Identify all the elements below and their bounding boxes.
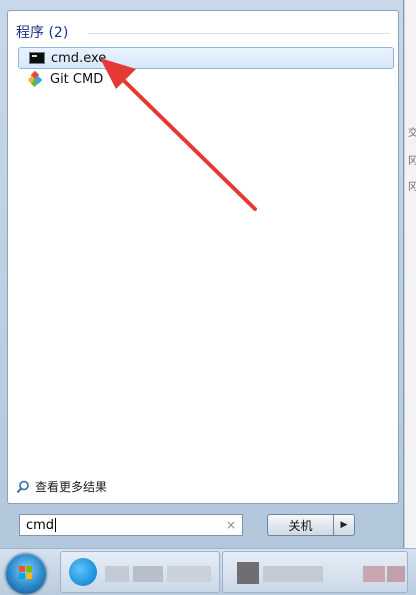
blurred-region	[237, 562, 259, 584]
text-caret	[55, 518, 57, 532]
start-menu: 程序 (2) cmd.exe Git CMD 查看更多结果 cmd × 关机 ▶	[0, 0, 404, 548]
annotation-arrow	[100, 58, 257, 211]
shutdown-button[interactable]: 关机	[267, 514, 333, 536]
taskbar-app-button[interactable]	[60, 551, 220, 593]
blurred-region	[167, 566, 211, 582]
blurred-region	[105, 566, 129, 582]
start-button[interactable]	[6, 554, 46, 594]
blurred-region	[363, 566, 385, 582]
clear-search-icon[interactable]: ×	[226, 518, 236, 532]
shutdown-options-arrow-icon[interactable]: ▶	[333, 514, 355, 536]
search-icon	[16, 480, 29, 493]
search-results-pane: 程序 (2) cmd.exe Git CMD	[7, 10, 399, 504]
blurred-region	[263, 566, 323, 582]
see-more-label: 查看更多结果	[35, 480, 108, 494]
background-glyph: 交	[408, 128, 416, 139]
search-input-value: cmd	[26, 517, 55, 533]
windows-logo-icon	[19, 566, 33, 580]
start-search-input[interactable]: cmd ×	[19, 514, 243, 536]
shutdown-control: 关机 ▶	[267, 514, 355, 536]
background-window-edge	[404, 0, 416, 548]
blurred-region	[387, 566, 405, 582]
blurred-region	[133, 566, 163, 582]
see-more-results-link[interactable]: 查看更多结果	[16, 478, 107, 495]
taskbar-app-button[interactable]	[222, 551, 408, 593]
background-glyph: 冈	[408, 156, 416, 167]
background-glyph: 冈	[408, 182, 416, 193]
taskbar	[0, 548, 416, 595]
app-icon	[69, 558, 97, 586]
